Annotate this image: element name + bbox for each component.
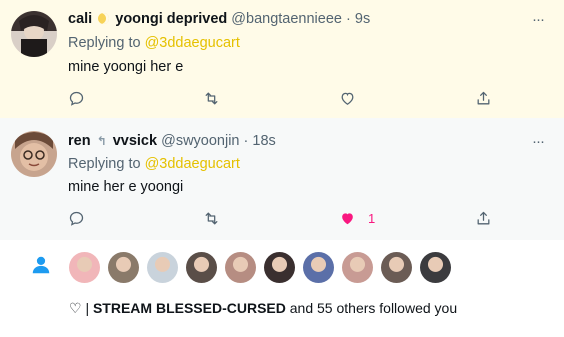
display-name[interactable]: cali yoongi deprived [68, 11, 231, 27]
follower-avatar[interactable] [381, 252, 412, 283]
notification-text: ♡ | STREAM BLESSED-CURSED and 55 others … [69, 300, 457, 317]
tweet-header: cali yoongi deprived @bangtaennieee · 9s [68, 11, 370, 27]
reply-icon [69, 91, 84, 106]
avatar[interactable] [11, 131, 57, 177]
follower-avatar[interactable] [147, 252, 178, 283]
replying-to: Replying to @3ddaegucart [68, 156, 240, 172]
hand-icon: ↰ [96, 134, 107, 148]
tweet-text: mine her e yoongi [68, 179, 184, 195]
like-button[interactable]: 1 [339, 208, 375, 228]
mention-link[interactable]: @3ddaegucart [145, 156, 240, 172]
heart-filled-icon [342, 212, 353, 224]
mention-link[interactable]: @3ddaegucart [145, 35, 240, 51]
tweet-text: mine yoongi her e [68, 59, 184, 75]
share-button[interactable] [475, 88, 492, 108]
reply-icon [69, 211, 84, 226]
avatar[interactable] [11, 11, 57, 57]
follower-avatar[interactable] [186, 252, 217, 283]
follower-avatar[interactable] [108, 252, 139, 283]
more-options-icon[interactable]: ··· [532, 133, 545, 150]
timestamp[interactable]: 9s [355, 11, 370, 27]
follower-account-link[interactable]: STREAM BLESSED-CURSED [93, 300, 286, 316]
notification-suffix: and 55 others followed you [289, 300, 458, 316]
notification-prefix: ♡ | [69, 300, 90, 316]
retweet-button[interactable] [203, 208, 220, 228]
follower-avatar[interactable] [69, 252, 100, 283]
follower-avatar[interactable] [342, 252, 373, 283]
more-options-icon[interactable]: ··· [532, 11, 545, 28]
tweet-header: ren ↰ vvsick @swyoonjin · 18s [68, 133, 276, 149]
heart-icon [341, 92, 354, 105]
separator-dot: · [346, 11, 351, 27]
follower-avatars [69, 252, 459, 283]
follower-avatar[interactable] [420, 252, 451, 283]
like-count: 1 [368, 210, 376, 226]
follow-notification[interactable]: ♡ | STREAM BLESSED-CURSED and 55 others … [0, 240, 564, 337]
follower-avatar[interactable] [264, 252, 295, 283]
retweet-icon [205, 212, 218, 224]
retweet-icon [205, 92, 218, 104]
reply-button[interactable] [68, 208, 85, 228]
user-handle[interactable]: @swyoonjin [161, 133, 239, 149]
timestamp[interactable]: 18s [252, 133, 275, 149]
person-icon [30, 254, 52, 281]
share-icon [477, 211, 490, 224]
separator-dot: · [243, 133, 249, 149]
retweet-button[interactable] [203, 88, 220, 108]
share-icon [477, 91, 490, 104]
crescent-moon-icon [98, 13, 110, 24]
like-button[interactable] [339, 88, 368, 108]
tweet-2[interactable]: ren ↰ vvsick @swyoonjin · 18s ··· Replyi… [0, 118, 564, 240]
user-handle[interactable]: @bangtaennieee [231, 11, 342, 27]
tweet-actions: 1 [68, 208, 508, 228]
share-button[interactable] [475, 208, 492, 228]
display-name[interactable]: ren ↰ vvsick [68, 133, 161, 149]
reply-button[interactable] [68, 88, 85, 108]
follower-avatar[interactable] [225, 252, 256, 283]
tweet-1[interactable]: cali yoongi deprived @bangtaennieee · 9s… [0, 0, 564, 118]
replying-to: Replying to @3ddaegucart [68, 35, 240, 51]
tweet-actions [68, 88, 508, 108]
follower-avatar[interactable] [303, 252, 334, 283]
